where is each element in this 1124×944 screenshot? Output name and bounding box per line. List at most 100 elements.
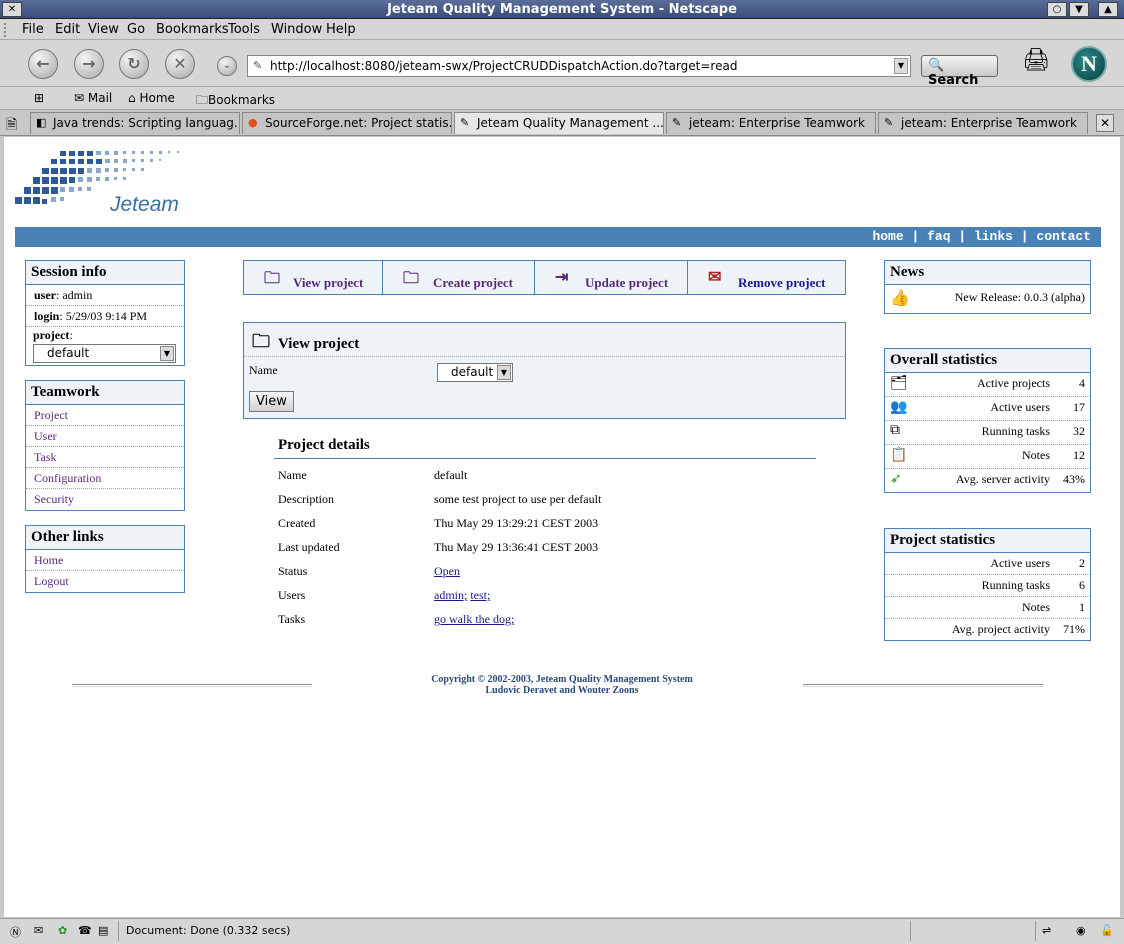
detail-row-users: Users admin; test; [274, 583, 822, 607]
user-link-test[interactable]: test; [470, 588, 490, 602]
tab-toggle-icon[interactable]: ⊞ [34, 91, 44, 105]
sidebar-item-label[interactable]: Configuration [34, 471, 101, 485]
tasks-icon: ⧉ [890, 423, 900, 438]
sidebar-item-security[interactable]: Security [26, 489, 184, 510]
search-button[interactable]: 🔍 Search [921, 55, 998, 88]
personal-toolbar: ⊞ ✉ Mail ⌂ Home 🗀Bookmarks [0, 87, 1124, 110]
project-label: project [33, 328, 70, 342]
sidebar-item-home[interactable]: Home [26, 550, 184, 571]
tab-label: Jeteam Quality Management ... [477, 116, 664, 130]
sidebar-item-label[interactable]: Logout [34, 574, 69, 588]
mail-label: Mail [87, 91, 113, 105]
project-select[interactable]: default ▼ [33, 344, 176, 363]
reload-icon[interactable]: ↻ [119, 49, 149, 79]
news-title: News [885, 261, 1090, 285]
create-project-action[interactable]: 🗀 Create project [383, 261, 535, 294]
sidebar-item-label[interactable]: Home [34, 553, 63, 567]
sidebar-item-label[interactable]: User [34, 429, 57, 443]
page-proxy-icon: ✎ [253, 59, 263, 72]
pstat-active-users: Active users 2 [885, 553, 1090, 575]
stat-active-projects: 🗂 Active projects 4 [885, 373, 1090, 397]
tab-jeteam-enterprise-1[interactable]: ✎ jeteam: Enterprise Teamwork [666, 112, 876, 134]
online-status-icon[interactable]: ⇌ [1042, 924, 1051, 937]
nav-links-link[interactable]: links [974, 229, 1013, 244]
page-icon[interactable]: ▤ [98, 924, 108, 937]
window-maximize-button[interactable]: ▲ [1098, 2, 1118, 17]
update-project-action[interactable]: ⇥ Update project [535, 261, 688, 294]
new-tab-icon[interactable]: 🗎 [6, 114, 17, 138]
tab-jeteam-enterprise-2[interactable]: ✎ jeteam: Enterprise Teamwork [878, 112, 1088, 134]
menu-edit[interactable]: Edit [55, 22, 80, 37]
session-login-row: login: 5/29/03 9:14 PM [26, 306, 184, 327]
menu-view[interactable]: View [88, 22, 119, 37]
projects-icon: 🗂 [890, 376, 908, 391]
sidebar-item-label[interactable]: Task [34, 450, 57, 464]
sidebar-item-project[interactable]: Project [26, 405, 184, 426]
chevron-down-icon: ▼ [497, 365, 511, 380]
tab-jeteam-qms[interactable]: ✎ Jeteam Quality Management ... [454, 112, 664, 134]
other-links-box: Other links Home Logout [25, 525, 185, 593]
project-name-select[interactable]: default ▼ [437, 363, 513, 382]
nav-faq-link[interactable]: faq [927, 229, 950, 244]
stat-notes: 📋 Notes 12 [885, 445, 1090, 469]
navigator-icon[interactable]: Ⓝ [10, 924, 21, 940]
tab-label: jeteam: Enterprise Teamwork [689, 116, 866, 130]
url-field[interactable]: ✎ http://localhost:8080/jeteam-swx/Proje… [247, 55, 911, 77]
news-item-text: New Release: 0.0.3 (alpha) [954, 290, 1085, 304]
url-dropdown-icon[interactable]: ▼ [894, 58, 908, 74]
nav-home-link[interactable]: home [872, 229, 903, 244]
menu-go[interactable]: Go [127, 22, 145, 37]
nav-contact-link[interactable]: contact [1036, 229, 1091, 244]
sidebar-item-label[interactable]: Security [34, 492, 74, 506]
toolbar-grip[interactable] [4, 23, 14, 37]
menu-help[interactable]: Help [326, 22, 356, 37]
mail-link[interactable]: ✉ Mail [74, 91, 112, 105]
login-label: login [34, 309, 60, 323]
address-book-icon[interactable]: ☎ [78, 924, 92, 937]
back-icon[interactable]: ← [28, 49, 58, 79]
tab-java-trends[interactable]: ◧ Java trends: Scripting languag... [30, 112, 240, 134]
privacy-icon[interactable]: ◉ [1076, 924, 1086, 937]
tab-sourceforge[interactable]: ● SourceForge.net: Project statis... [242, 112, 452, 134]
dropdown-history-icon[interactable]: ⌄ [217, 56, 237, 76]
sidebar-item-task[interactable]: Task [26, 447, 184, 468]
mail-icon[interactable]: ✉ [34, 924, 43, 937]
stat-value: 4 [1079, 376, 1085, 390]
sidebar-item-configuration[interactable]: Configuration [26, 468, 184, 489]
bookmarks-link[interactable]: 🗀Bookmarks [196, 91, 275, 112]
window-minimize-button[interactable]: ○ [1047, 2, 1067, 17]
status-separator [118, 921, 119, 941]
home-link[interactable]: ⌂ Home [128, 91, 175, 105]
menu-bookmarks[interactable]: Bookmarks [156, 22, 229, 37]
task-link[interactable]: go walk the dog; [434, 612, 514, 626]
bookmarks-label: Bookmarks [208, 93, 276, 107]
composer-icon[interactable]: ✿ [58, 924, 67, 937]
forward-icon[interactable]: → [74, 49, 104, 79]
menu-file[interactable]: File [22, 22, 44, 37]
menu-tools[interactable]: Tools [228, 22, 260, 37]
jeteam-logo[interactable]: Jeteam [14, 147, 194, 217]
window-shade-button[interactable]: ▼ [1069, 2, 1089, 17]
user-link-admin[interactable]: admin; [434, 588, 467, 602]
stop-icon[interactable]: ✕ [165, 49, 195, 79]
close-tab-icon[interactable]: ✕ [1096, 114, 1114, 132]
view-project-action[interactable]: 🗀 View project [244, 261, 383, 294]
security-lock-icon[interactable]: 🔓 [1100, 924, 1114, 937]
sidebar-item-label[interactable]: Project [34, 408, 68, 422]
remove-project-action[interactable]: ✉ Remove project [688, 261, 845, 294]
session-project-row: project: default ▼ [26, 327, 184, 363]
sidebar-item-user[interactable]: User [26, 426, 184, 447]
netscape-logo-icon[interactable]: N [1071, 46, 1107, 82]
action-label: Update project [585, 275, 669, 290]
sidebar-item-logout[interactable]: Logout [26, 571, 184, 592]
print-icon[interactable]: 🖨 [1022, 48, 1050, 73]
menu-window[interactable]: Window [271, 22, 322, 37]
detail-label: Created [278, 516, 316, 530]
status-link[interactable]: Open [434, 564, 460, 578]
view-button[interactable]: View [249, 391, 294, 412]
users-icon: 👥 [890, 400, 908, 415]
detail-row-created: Created Thu May 29 13:29:21 CEST 2003 [274, 511, 822, 535]
footer-authors: Ludovic Deravet and Wouter Zoons [485, 685, 639, 696]
pstat-running-tasks: Running tasks 6 [885, 575, 1090, 597]
other-links-title: Other links [26, 526, 184, 550]
